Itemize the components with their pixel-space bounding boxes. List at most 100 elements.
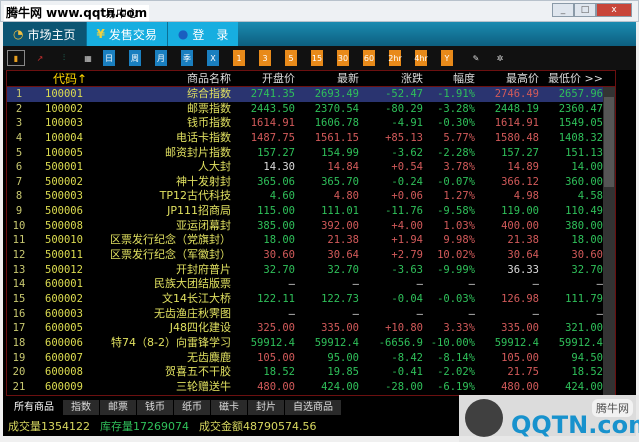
- period-13-icon[interactable]: 30: [337, 50, 349, 66]
- cell-2: 民族大团结版票: [154, 277, 231, 291]
- table-row[interactable]: 6 500001 人大封 14.30 14.84 +0.54 3.78% 14.89 14.00: [7, 160, 615, 175]
- table-row[interactable]: 17 600005 J48四化建设 325.00 335.00 +10.80 3.33% 33…: [7, 321, 615, 336]
- period-6-icon[interactable]: 月: [155, 50, 167, 66]
- category-tab[interactable]: 所有商品: [6, 400, 63, 415]
- period-12-icon[interactable]: 15: [311, 50, 323, 66]
- category-tab[interactable]: 磁卡: [211, 400, 248, 415]
- cell-8: —: [596, 278, 603, 291]
- cell-4: 59912.4: [314, 336, 359, 349]
- table-row[interactable]: 7 500002 神十发射封 365.06 365.70 -0.24 -0.07% 366.1…: [7, 175, 615, 190]
- period-10-icon[interactable]: 3: [259, 50, 271, 66]
- cell-3: 59912.4: [250, 336, 295, 349]
- cell-3: 480.00: [257, 380, 295, 393]
- period-11-icon[interactable]: 5: [285, 50, 297, 66]
- table-row[interactable]: 3 100003 钱币指数 1614.91 1606.78 -4.91 -0.30% 1614…: [7, 116, 615, 131]
- cell-4: 19.85: [327, 366, 359, 379]
- period-7-icon[interactable]: 季: [181, 50, 193, 66]
- period-9-icon[interactable]: 1: [233, 50, 245, 66]
- maximize-button[interactable]: □: [574, 3, 596, 17]
- col-last[interactable]: 最新: [295, 71, 359, 86]
- bar-chart-icon[interactable]: ▮: [7, 50, 25, 66]
- table-row[interactable]: 1 100001 综合指数 2741.35 2693.49 -52.47 -1.91% 274…: [7, 87, 615, 102]
- col-name[interactable]: 商品名称: [101, 71, 231, 86]
- cell-2: J48四化建设: [169, 321, 231, 335]
- category-tab[interactable]: 指数: [63, 400, 100, 415]
- table-row[interactable]: 18 600006 特74（8-2）向雷锋学习 59912.4 59912.4 -6656…: [7, 336, 615, 351]
- col-code[interactable]: 代码↑: [31, 71, 101, 86]
- cell-1: 500006: [45, 205, 83, 218]
- tab-login[interactable]: ● 登 录: [166, 22, 239, 46]
- status-bar: 成交量1354122 库存量17269074 成交金额48790574.56: [8, 418, 316, 434]
- col-pct[interactable]: 幅度: [423, 71, 475, 86]
- cell-2: 三轮赠送牛: [176, 379, 231, 393]
- col-high[interactable]: 最高价: [475, 71, 539, 86]
- cell-0: 7: [15, 175, 23, 188]
- cell-0: 12: [12, 249, 26, 262]
- category-tab[interactable]: 钱币: [137, 400, 174, 415]
- cell-2: 邮资封片指数: [165, 145, 231, 159]
- period-5-icon[interactable]: 周: [129, 50, 141, 66]
- col-low[interactable]: 最低价 >>: [539, 71, 603, 86]
- table-row[interactable]: 19 600007 无齿麋鹿 105.00 95.00 -8.42 -8.14% 105.00…: [7, 351, 615, 366]
- cell-4: —: [352, 278, 359, 291]
- table-row[interactable]: 20 600008 贺喜五不干胶 18.52 19.85 -0.41 -2.02% 21.75…: [7, 365, 615, 380]
- minimize-button[interactable]: _: [552, 3, 574, 17]
- period-4-icon[interactable]: 日: [103, 50, 115, 66]
- 4hr-icon[interactable]: 4hr: [414, 50, 428, 66]
- cell-7: 36.33: [507, 263, 539, 276]
- category-tab[interactable]: 自选商品: [285, 400, 342, 415]
- table-row[interactable]: 5 100005 邮资封片指数 157.27 154.99 -3.62 -2.28% 157.…: [7, 146, 615, 161]
- cell-1: 100001: [45, 88, 83, 100]
- 2hr-icon[interactable]: 2hr: [388, 50, 402, 66]
- table-row[interactable]: 13 500012 开封府普片 32.70 32.70 -3.63 -9.99% 36.33 3…: [7, 263, 615, 278]
- tab-market-home[interactable]: ◔ 市场主页: [3, 22, 86, 46]
- settings-icon[interactable]: ✲: [491, 50, 509, 66]
- period-17-icon[interactable]: Y: [441, 50, 453, 66]
- table-row[interactable]: 2 100002 邮票指数 2443.50 2370.54 -80.29 -3.28% 244…: [7, 102, 615, 117]
- cell-1: 600003: [45, 307, 83, 320]
- cell-4: 365.70: [321, 175, 359, 188]
- table-row[interactable]: 9 500006 JP111招商局 115.00 111.01 -11.76 -9.58% 1…: [7, 204, 615, 219]
- cell-8: 1549.05: [558, 117, 603, 130]
- table-row[interactable]: 15 600002 文14长江大桥 122.11 122.73 -0.04 -0.03% 12…: [7, 292, 615, 307]
- table-row[interactable]: 14 600001 民族大团结版票 — — — — — —: [7, 277, 615, 292]
- cell-7: 2448.19: [494, 102, 539, 115]
- tab-trade[interactable]: ¥ 发售交易: [85, 22, 167, 46]
- cell-4: 4.80: [333, 190, 359, 203]
- cell-2: 人大封: [198, 160, 231, 174]
- table-row[interactable]: 4 100004 电话卡指数 1487.75 1561.15 +85.13 5.77% 158…: [7, 131, 615, 146]
- cell-3: 30.60: [263, 249, 295, 262]
- category-tab[interactable]: 封片: [248, 400, 285, 415]
- table-row[interactable]: 21 600009 三轮赠送牛 480.00 424.00 -28.00 -6.19% 480…: [7, 380, 615, 395]
- category-tab[interactable]: 邮票: [100, 400, 137, 415]
- cell-4: 122.73: [321, 292, 359, 305]
- cell-5: -0.24: [391, 175, 423, 188]
- calendar-icon[interactable]: ▦: [79, 50, 97, 66]
- col-change[interactable]: 涨跌: [359, 71, 423, 86]
- cell-8: 321.00: [565, 322, 603, 335]
- cell-1: 100002: [45, 102, 83, 115]
- cell-0: 8: [15, 190, 23, 203]
- notes-icon[interactable]: ✎: [467, 50, 485, 66]
- table-row[interactable]: 16 600003 无齿渔庄秋霁图 — — — — — —: [7, 307, 615, 322]
- period-14-icon[interactable]: 60: [363, 50, 375, 66]
- cell-7: 119.00: [501, 205, 539, 218]
- table-row[interactable]: 10 500008 亚运闭幕封 385.00 392.00 +4.00 1.03% 400.0…: [7, 219, 615, 234]
- table-row[interactable]: 12 500011 区票发行纪念（军徽封） 30.60 30.64 +2.79 10.02%…: [7, 248, 615, 263]
- category-tab[interactable]: 纸币: [174, 400, 211, 415]
- cell-5: +2.79: [391, 249, 423, 262]
- quote-table: 代码↑ 商品名称 开盘价 最新 涨跌 幅度 最高价 最低价 >> 1 100001…: [6, 70, 616, 396]
- table-row[interactable]: 11 500010 区票发行纪念（党旗封） 18.00 21.38 +1.94 9.98% 2…: [7, 233, 615, 248]
- col-open[interactable]: 开盘价: [231, 71, 295, 86]
- cell-2: 神十发射封: [176, 174, 231, 188]
- cell-3: —: [288, 307, 295, 320]
- period-8-icon[interactable]: X: [207, 50, 219, 66]
- line-chart-icon[interactable]: ↗: [31, 50, 49, 66]
- cell-0: 15: [12, 292, 26, 305]
- scrollbar[interactable]: [603, 87, 615, 395]
- candle-chart-icon[interactable]: ⫶: [55, 50, 73, 66]
- cell-5: -4.91: [391, 117, 423, 130]
- table-row[interactable]: 8 500003 TP12古代科技 4.60 4.80 +0.06 1.27% 4.98 4.5…: [7, 189, 615, 204]
- close-button[interactable]: x: [596, 3, 632, 17]
- cell-8: 424.00: [565, 380, 603, 393]
